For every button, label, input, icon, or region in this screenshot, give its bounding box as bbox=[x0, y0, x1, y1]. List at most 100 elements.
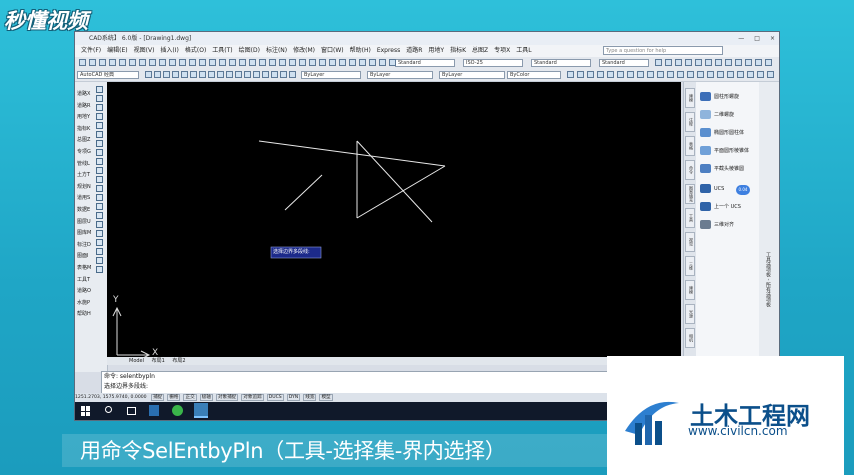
palette-tool-item[interactable]: 上一个 UCS bbox=[700, 200, 741, 214]
toolbar-tool-icon[interactable] bbox=[159, 59, 166, 66]
toolbar-tool-icon[interactable] bbox=[607, 71, 614, 78]
toolbar-tool-icon[interactable] bbox=[239, 59, 246, 66]
toolbar-tool-icon[interactable] bbox=[119, 59, 126, 66]
left-menu-item[interactable]: 土方T bbox=[77, 171, 90, 178]
toolbar-tool-icon[interactable] bbox=[697, 71, 704, 78]
toolbar-tool-icon[interactable] bbox=[190, 71, 197, 78]
toolbar-tool-icon[interactable] bbox=[89, 59, 96, 66]
toolbar-tool-icon[interactable] bbox=[208, 71, 215, 78]
menu-item[interactable]: 指标K bbox=[450, 47, 466, 54]
menu-item[interactable]: 工具L bbox=[516, 47, 531, 54]
toolbar-tool-icon[interactable] bbox=[279, 59, 286, 66]
palette-tool-item[interactable]: 椭圆形圆柱体 bbox=[700, 126, 744, 140]
left-menu-item[interactable]: 图面I bbox=[77, 252, 88, 259]
toolbar-tool-icon[interactable] bbox=[329, 59, 336, 66]
draw-tool-icon[interactable] bbox=[96, 158, 103, 165]
toolbar-tool-icon[interactable] bbox=[339, 59, 346, 66]
draw-tool-icon[interactable] bbox=[96, 266, 103, 273]
toolbar-tool-icon[interactable] bbox=[755, 59, 762, 66]
workspace-select[interactable]: AutoCAD 经典 bbox=[77, 71, 139, 79]
search-icon[interactable] bbox=[105, 406, 112, 413]
toolbar-tool-icon[interactable] bbox=[677, 71, 684, 78]
left-menu-item[interactable]: 数据E bbox=[77, 206, 90, 213]
toolbar-tool-icon[interactable] bbox=[735, 59, 742, 66]
close-button[interactable]: × bbox=[770, 32, 775, 45]
status-toggle[interactable]: 线宽 bbox=[303, 394, 317, 401]
toolbar-tool-icon[interactable] bbox=[139, 59, 146, 66]
left-menu-item[interactable]: 工具T bbox=[77, 276, 90, 283]
toolbar-tool-icon[interactable] bbox=[289, 71, 296, 78]
tab-layout2[interactable]: 布局2 bbox=[172, 358, 185, 364]
toolbar-tool-icon[interactable] bbox=[169, 59, 176, 66]
toolbar-tool-icon[interactable] bbox=[717, 71, 724, 78]
toolbar-tool-icon[interactable] bbox=[244, 71, 251, 78]
app-icon[interactable] bbox=[149, 405, 159, 416]
toolbar-tool-icon[interactable] bbox=[129, 59, 136, 66]
left-menu-item[interactable]: 管线L bbox=[77, 160, 90, 167]
status-toggle[interactable]: 对象追踪 bbox=[241, 394, 264, 401]
toolbar-tool-icon[interactable] bbox=[189, 59, 196, 66]
toolbar-tool-icon[interactable] bbox=[627, 71, 634, 78]
command-prompt-line[interactable]: 选择边界多段线: bbox=[102, 382, 608, 392]
toolbar-tool-icon[interactable] bbox=[765, 59, 772, 66]
draw-tool-icon[interactable] bbox=[96, 239, 103, 246]
toolbar-tool-icon[interactable] bbox=[271, 71, 278, 78]
tool-palette-titlebar[interactable]: 工具选项板 - 所有选项板 bbox=[759, 82, 779, 358]
menu-item[interactable]: 帮助(H) bbox=[350, 47, 371, 54]
minimize-button[interactable]: — bbox=[738, 32, 744, 45]
palette-tab[interactable]: 命令 bbox=[685, 160, 695, 180]
draw-tool-icon[interactable] bbox=[96, 221, 103, 228]
toolbar-tool-icon[interactable] bbox=[235, 71, 242, 78]
draw-tool-icon[interactable] bbox=[96, 122, 103, 129]
menu-item[interactable]: 视图(V) bbox=[134, 47, 155, 54]
palette-tab[interactable]: 光源 bbox=[685, 304, 695, 324]
toolbar-tool-icon[interactable] bbox=[154, 71, 161, 78]
toolbar-tool-icon[interactable] bbox=[685, 59, 692, 66]
menu-item[interactable]: 工具(T) bbox=[212, 47, 232, 54]
palette-tool-item[interactable]: 三维对齐 bbox=[700, 218, 734, 232]
toolbar-tool-icon[interactable] bbox=[229, 59, 236, 66]
left-menu-item[interactable]: 用地Y bbox=[77, 113, 90, 120]
status-toggle[interactable]: 极轴 bbox=[199, 394, 213, 401]
status-toggle[interactable]: 正交 bbox=[183, 394, 197, 401]
palette-tab[interactable]: 相机 bbox=[685, 328, 695, 348]
toolbar-tool-icon[interactable] bbox=[369, 59, 376, 66]
draw-tool-icon[interactable] bbox=[96, 185, 103, 192]
tab-layout1[interactable]: 布局1 bbox=[152, 358, 165, 364]
left-menu-item[interactable]: 帮助H bbox=[77, 310, 91, 317]
task-view-icon[interactable] bbox=[127, 407, 136, 415]
palette-tab[interactable]: 视觉 bbox=[685, 232, 695, 252]
toolbar-tool-icon[interactable] bbox=[280, 71, 287, 78]
toolbar-tool-icon[interactable] bbox=[715, 59, 722, 66]
toolbar-tool-icon[interactable] bbox=[665, 59, 672, 66]
draw-tool-icon[interactable] bbox=[96, 230, 103, 237]
draw-tool-icon[interactable] bbox=[96, 212, 103, 219]
menu-item[interactable]: 修改(M) bbox=[293, 47, 315, 54]
left-menu-item[interactable]: 标注D bbox=[77, 241, 91, 248]
text-style-select[interactable]: Standard bbox=[395, 59, 455, 67]
toolbar-tool-icon[interactable] bbox=[262, 71, 269, 78]
plotstyle-select[interactable]: ByColor bbox=[507, 71, 561, 79]
menu-item[interactable]: 总图Z bbox=[472, 47, 488, 54]
palette-tab[interactable]: 表格 bbox=[685, 136, 695, 156]
menu-item[interactable]: 标注(N) bbox=[266, 47, 287, 54]
menu-item[interactable]: 专项X bbox=[494, 47, 510, 54]
palette-tab[interactable]: 注释 bbox=[685, 112, 695, 132]
draw-tool-icon[interactable] bbox=[96, 203, 103, 210]
status-toggle[interactable]: 对象捕捉 bbox=[215, 394, 239, 401]
autocad-taskbar-icon[interactable] bbox=[194, 403, 208, 418]
left-menu-item[interactable]: 专项G bbox=[77, 148, 91, 155]
left-menu-item[interactable]: 水施P bbox=[77, 299, 90, 306]
toolbar-tool-icon[interactable] bbox=[219, 59, 226, 66]
toolbar-tool-icon[interactable] bbox=[249, 59, 256, 66]
menu-item[interactable]: 文件(F) bbox=[81, 47, 101, 54]
left-menu-item[interactable]: 道路R bbox=[77, 102, 90, 109]
toolbar-tool-icon[interactable] bbox=[577, 71, 584, 78]
toolbar-tool-icon[interactable] bbox=[597, 71, 604, 78]
left-menu-item[interactable]: 图库M bbox=[77, 229, 91, 236]
toolbar-tool-icon[interactable] bbox=[253, 71, 260, 78]
toolbar-tool-icon[interactable] bbox=[587, 71, 594, 78]
toolbar-tool-icon[interactable] bbox=[109, 59, 116, 66]
status-toggle[interactable]: 捕捉 bbox=[151, 394, 165, 401]
tab-model[interactable]: Model bbox=[129, 358, 144, 364]
